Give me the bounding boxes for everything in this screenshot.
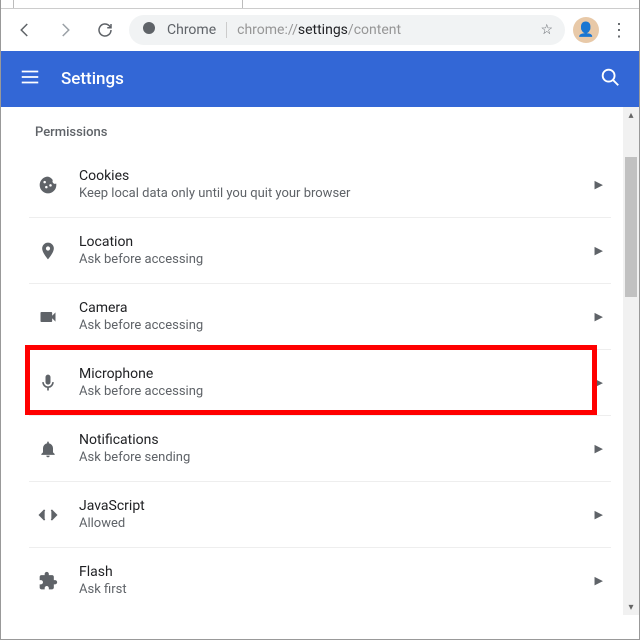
- permissions-list: Cookies Keep local data only until you qu…: [29, 152, 611, 613]
- browser-toolbar: Chrome chrome://settings/content ☆ 👤 ⋮: [1, 9, 639, 51]
- permission-row-javascript[interactable]: JavaScript Allowed ▶: [29, 481, 611, 547]
- scrollbar-vertical[interactable]: ▴ ▾: [623, 107, 639, 615]
- flash-icon: [37, 571, 59, 591]
- permission-subtext: Allowed: [79, 516, 145, 531]
- main-menu-button[interactable]: ⋮: [607, 20, 631, 41]
- chevron-right-icon: ▶: [595, 310, 603, 323]
- omnibox-prefix: Chrome: [167, 22, 227, 38]
- permission-row-notifications[interactable]: Notifications Ask before sending ▶: [29, 415, 611, 481]
- page-title: Settings: [61, 69, 124, 89]
- permission-row-camera[interactable]: Camera Ask before accessing ▶: [29, 283, 611, 349]
- notifications-icon: [37, 439, 59, 459]
- permission-subtext: Ask before accessing: [79, 384, 203, 399]
- permission-subtext: Ask before accessing: [79, 318, 203, 333]
- permission-label: Location: [79, 234, 203, 250]
- permission-row-cookies[interactable]: Cookies Keep local data only until you qu…: [29, 152, 611, 217]
- permission-subtext: Keep local data only until you quit your…: [79, 186, 350, 201]
- camera-icon: [37, 307, 59, 327]
- permission-label: Camera: [79, 300, 203, 316]
- cookies-icon: [37, 175, 59, 195]
- permission-label: JavaScript: [79, 498, 145, 514]
- scroll-up-arrow[interactable]: ▴: [623, 107, 639, 123]
- bookmark-star-icon[interactable]: ☆: [540, 22, 553, 38]
- scroll-down-arrow[interactable]: ▾: [623, 599, 639, 615]
- forward-button[interactable]: [49, 14, 81, 46]
- permission-row-location[interactable]: Location Ask before accessing ▶: [29, 217, 611, 283]
- scrollbar-thumb[interactable]: [625, 157, 637, 297]
- permission-label: Cookies: [79, 168, 350, 184]
- address-bar[interactable]: Chrome chrome://settings/content ☆: [129, 15, 565, 45]
- gear-icon: [24, 0, 40, 1]
- permission-label: Flash: [79, 564, 127, 580]
- tab-strip: Settings - Site Settings × +: [1, 0, 639, 9]
- chevron-right-icon: ▶: [595, 508, 603, 521]
- close-icon[interactable]: ×: [225, 0, 232, 1]
- permission-row-microphone[interactable]: Microphone Ask before accessing ▶: [29, 349, 611, 415]
- permission-label: Microphone: [79, 366, 203, 382]
- permission-row-flash[interactable]: Flash Ask first ▶: [29, 547, 611, 613]
- chrome-icon: [141, 20, 157, 40]
- settings-content: Permissions Cookies Keep local data only …: [1, 107, 639, 615]
- profile-avatar[interactable]: 👤: [573, 17, 599, 43]
- location-icon: [37, 241, 59, 261]
- omnibox-url: chrome://settings/content: [237, 22, 401, 38]
- permission-subtext: Ask before sending: [79, 450, 190, 465]
- section-title-permissions: Permissions: [29, 125, 611, 140]
- reload-button[interactable]: [89, 14, 121, 46]
- menu-icon[interactable]: [19, 66, 41, 92]
- back-button[interactable]: [9, 14, 41, 46]
- permission-subtext: Ask first: [79, 582, 127, 597]
- javascript-icon: [37, 505, 59, 525]
- browser-tab-settings[interactable]: Settings - Site Settings ×: [13, 0, 243, 8]
- microphone-icon: [37, 373, 59, 393]
- permission-subtext: Ask before accessing: [79, 252, 203, 267]
- chevron-right-icon: ▶: [595, 442, 603, 455]
- permission-label: Notifications: [79, 432, 190, 448]
- settings-header: Settings: [1, 51, 639, 107]
- search-icon[interactable]: [599, 66, 621, 92]
- new-tab-button[interactable]: +: [249, 0, 277, 6]
- chevron-right-icon: ▶: [595, 178, 603, 191]
- chevron-right-icon: ▶: [595, 244, 603, 257]
- chevron-right-icon: ▶: [595, 574, 603, 587]
- chevron-right-icon: ▶: [595, 376, 603, 389]
